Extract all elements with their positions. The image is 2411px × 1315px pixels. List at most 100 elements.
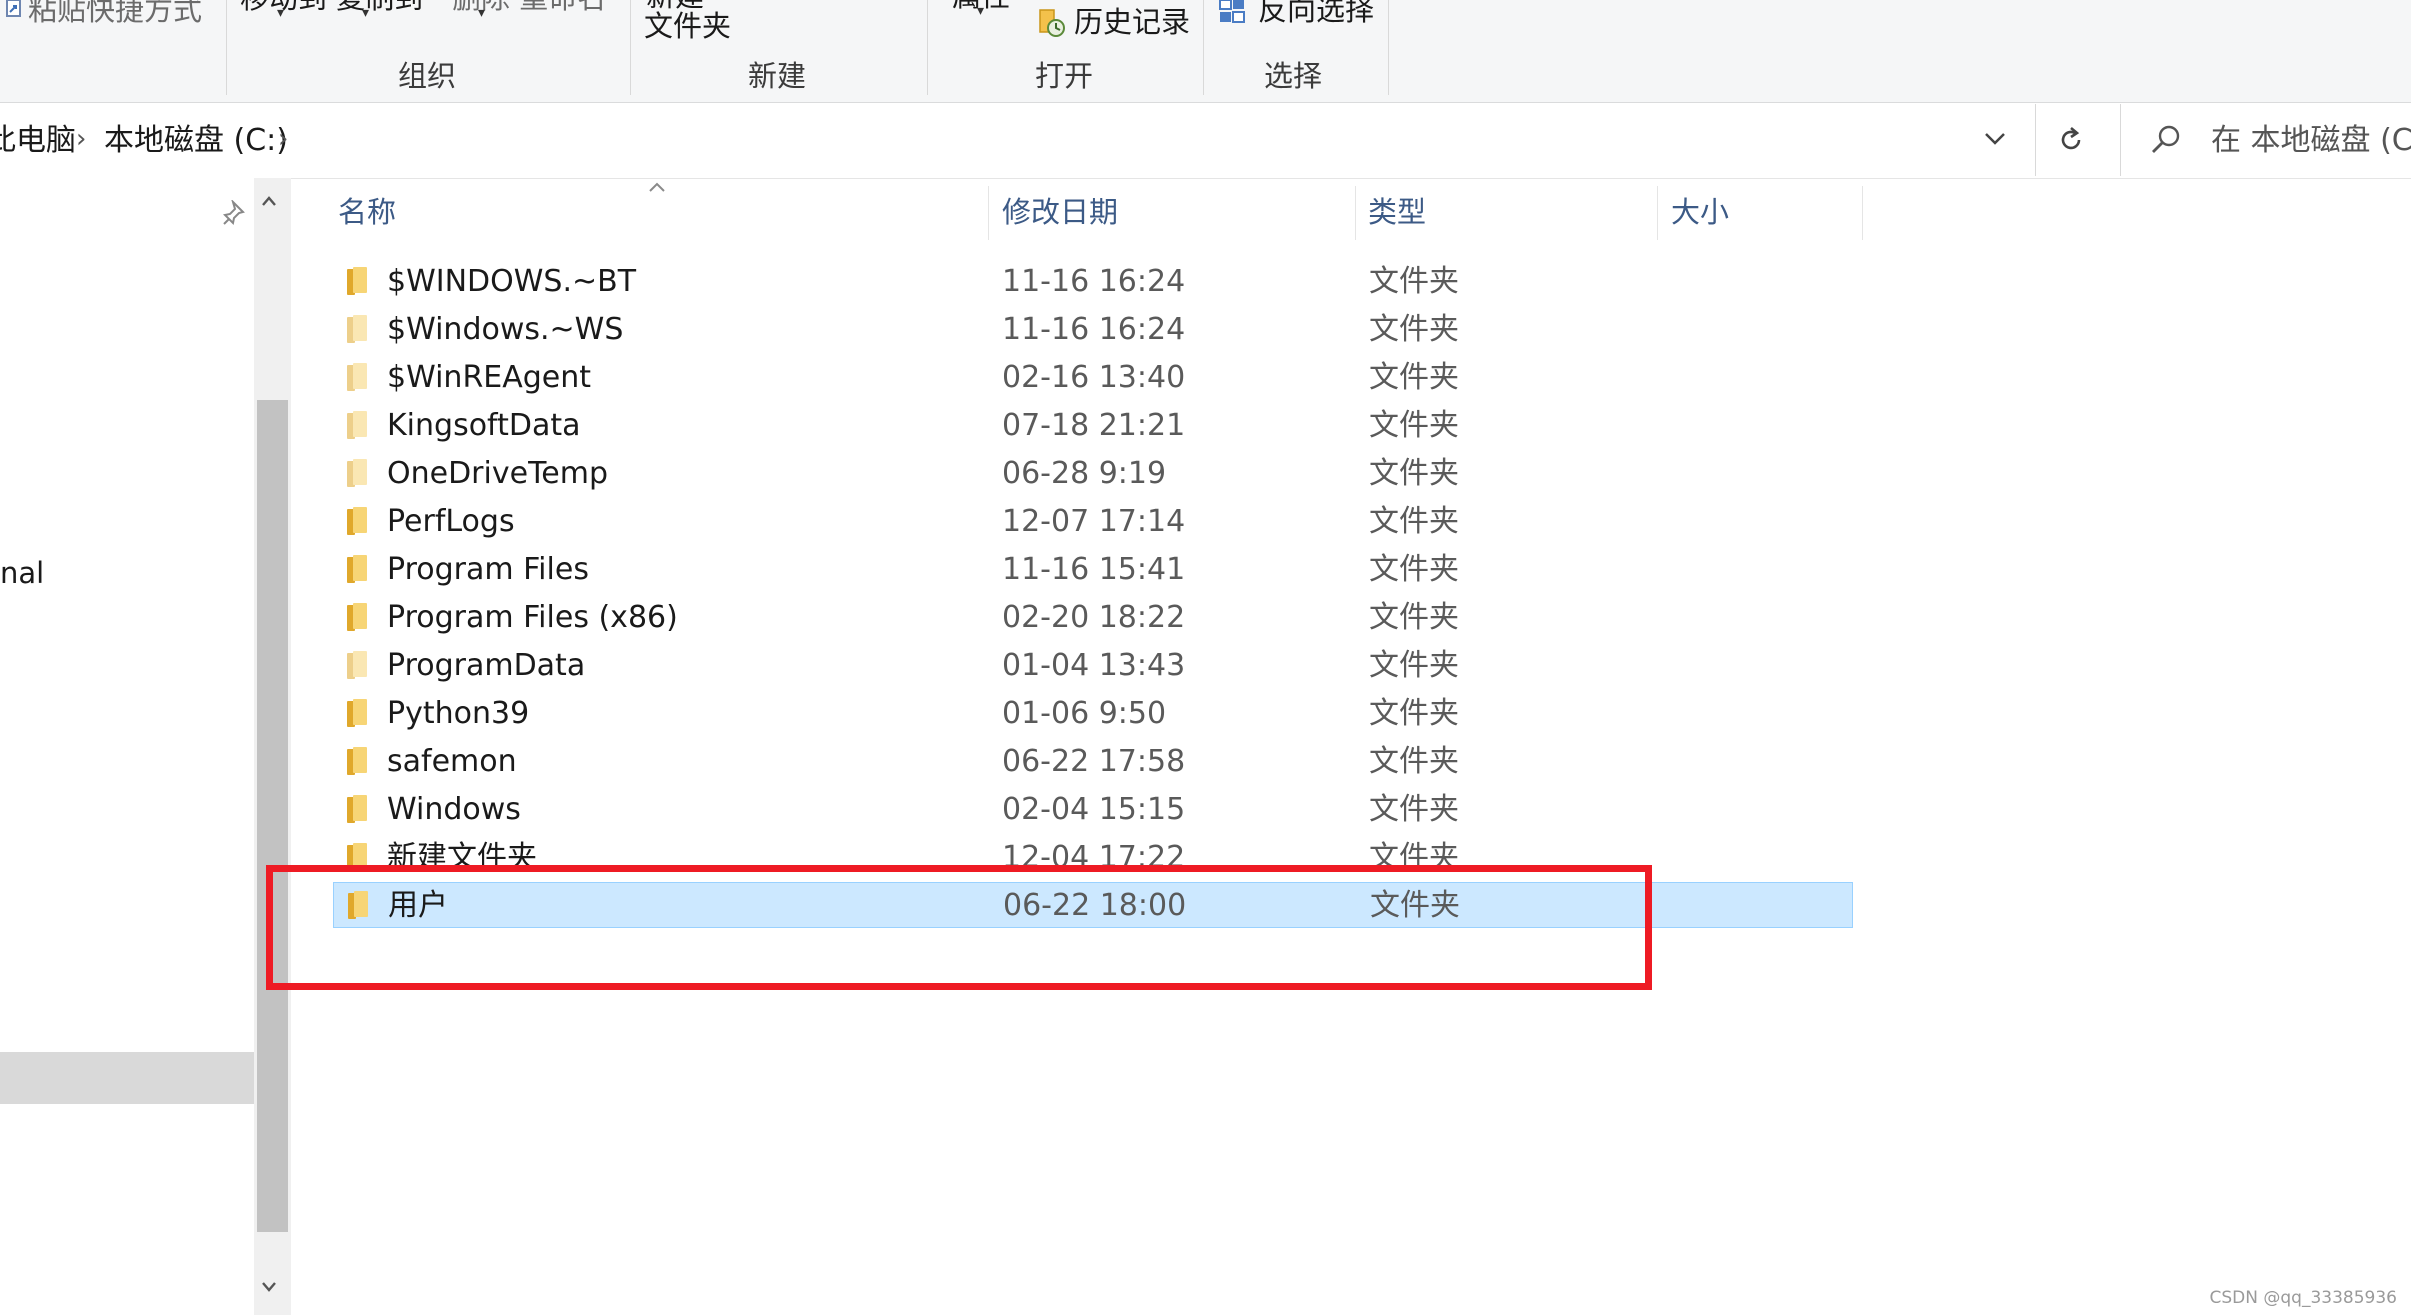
breadcrumb-chevron-icon[interactable]: › [76, 126, 86, 152]
ribbon-separator [226, 0, 227, 95]
column-divider[interactable] [1355, 186, 1356, 240]
move-to-dropdown-icon[interactable]: ▾ [277, 6, 284, 20]
breadcrumb-chevron-icon[interactable]: › [278, 126, 288, 152]
file-date: 07-18 21:21 [1002, 408, 1186, 443]
folder-icon [347, 699, 369, 727]
paste-shortcut-button[interactable]: 粘贴快捷方式 [28, 0, 202, 25]
folder-icon [347, 555, 369, 583]
move-copy-button[interactable]: 移动到 复制到 [240, 0, 423, 13]
group-label-open: 打开 [1035, 59, 1094, 93]
file-type: 文件夹 [1369, 360, 1459, 395]
delete-rename-button[interactable]: 删除 重命名 [452, 0, 606, 13]
file-date: 02-04 15:15 [1002, 792, 1186, 827]
address-divider [2035, 104, 2036, 176]
search-icon [2150, 124, 2182, 156]
file-type: 文件夹 [1369, 744, 1459, 779]
file-type: 文件夹 [1369, 696, 1459, 731]
ribbon-separator [1388, 0, 1389, 95]
scroll-down-arrow-icon[interactable] [262, 1282, 276, 1292]
delete-dropdown-icon[interactable]: ▾ [478, 6, 485, 20]
folder-icon [347, 747, 369, 775]
file-date: 02-20 18:22 [1002, 600, 1186, 635]
file-name: OneDriveTemp [387, 456, 609, 491]
history-button[interactable]: 历史记录 [1074, 8, 1190, 37]
folder-icon [347, 795, 369, 823]
file-row[interactable]: $WINDOWS.~BT 11-16 16:24 文件夹 [333, 259, 1853, 305]
invert-selection-icon [1218, 0, 1248, 24]
ribbon-separator [1203, 0, 1204, 95]
ribbon-separator [927, 0, 928, 95]
file-row[interactable]: Windows 02-04 15:15 文件夹 [333, 787, 1853, 833]
file-type: 文件夹 [1369, 264, 1459, 299]
file-name: safemon [387, 744, 517, 779]
invert-selection-button[interactable]: 反向选择 [1258, 0, 1374, 25]
file-name: KingsoftData [387, 408, 581, 443]
annotation-highlight-box [266, 865, 1652, 990]
file-row[interactable]: KingsoftData 07-18 21:21 文件夹 [333, 403, 1853, 449]
address-history-dropdown-icon[interactable] [1984, 132, 2006, 146]
sort-ascending-icon [648, 182, 666, 192]
address-bar: 此电脑 › 本地磁盘 (C:) › 在 本地磁盘 (C:) [0, 104, 2411, 179]
file-date: 06-28 9:19 [1002, 456, 1167, 491]
file-type: 文件夹 [1369, 456, 1459, 491]
search-input[interactable]: 在 本地磁盘 (C:) [2211, 123, 2411, 159]
file-name: $Windows.~WS [387, 312, 624, 347]
file-name: ProgramData [387, 648, 586, 683]
copy-to-dropdown-icon[interactable]: ▾ [362, 6, 369, 20]
file-name: PerfLogs [387, 504, 515, 539]
address-divider [2120, 104, 2121, 176]
folder-icon [347, 603, 369, 631]
new-folder-button[interactable]: 文件夹 [644, 12, 731, 41]
nav-item-partial[interactable]: nal [0, 556, 44, 591]
navigation-pane [0, 178, 254, 1315]
properties-dropdown-icon[interactable]: ▾ [977, 4, 984, 18]
file-name: $WinREAgent [387, 360, 592, 395]
file-row[interactable]: Program Files 11-16 15:41 文件夹 [333, 547, 1853, 593]
nav-scrollbar-thumb[interactable] [257, 400, 288, 1232]
pin-icon[interactable] [223, 200, 247, 226]
history-icon [1038, 8, 1066, 38]
column-header-name[interactable]: 名称 [338, 198, 396, 227]
folder-icon [347, 267, 369, 295]
file-type: 文件夹 [1369, 504, 1459, 539]
file-date: 11-16 15:41 [1002, 552, 1186, 587]
folder-icon [347, 507, 369, 535]
group-label-select: 选择 [1264, 59, 1323, 93]
file-row[interactable]: Python39 01-06 9:50 文件夹 [333, 691, 1853, 737]
folder-icon [347, 651, 369, 679]
file-row[interactable]: PerfLogs 12-07 17:14 文件夹 [333, 499, 1853, 545]
file-row[interactable]: $WinREAgent 02-16 13:40 文件夹 [333, 355, 1853, 401]
file-date: 11-16 16:24 [1002, 312, 1186, 347]
file-type: 文件夹 [1369, 552, 1459, 587]
ribbon-separator [630, 0, 631, 95]
column-divider[interactable] [1862, 186, 1863, 240]
watermark: CSDN @qq_33385936 [2209, 1288, 2397, 1308]
ribbon: 粘贴快捷方式 移动到 复制到 ▾ ▾ 删除 重命名 ▾ 组织 新建 文件夹 新建… [0, 0, 2411, 103]
column-divider[interactable] [1657, 186, 1658, 240]
nav-item-selected[interactable] [0, 1052, 254, 1104]
file-date: 11-16 16:24 [1002, 264, 1186, 299]
file-type: 文件夹 [1369, 408, 1459, 443]
file-row[interactable]: ProgramData 01-04 13:43 文件夹 [333, 643, 1853, 689]
file-row[interactable]: $Windows.~WS 11-16 16:24 文件夹 [333, 307, 1853, 353]
file-name: $WINDOWS.~BT [387, 264, 637, 299]
file-name: Program Files (x86) [387, 600, 678, 635]
scroll-up-arrow-icon[interactable] [262, 196, 276, 206]
file-date: 12-07 17:14 [1002, 504, 1186, 539]
column-header-size[interactable]: 大小 [1671, 198, 1729, 227]
file-row[interactable]: Program Files (x86) 02-20 18:22 文件夹 [333, 595, 1853, 641]
file-row[interactable]: safemon 06-22 17:58 文件夹 [333, 739, 1853, 785]
column-header-date[interactable]: 修改日期 [1002, 198, 1118, 227]
file-date: 02-16 13:40 [1002, 360, 1186, 395]
refresh-icon[interactable] [2058, 126, 2084, 154]
file-type: 文件夹 [1369, 792, 1459, 827]
folder-icon [347, 315, 369, 343]
breadcrumb-this-pc[interactable]: 此电脑 [0, 123, 76, 159]
column-divider[interactable] [988, 186, 989, 240]
file-name: Program Files [387, 552, 589, 587]
file-row[interactable]: OneDriveTemp 06-28 9:19 文件夹 [333, 451, 1853, 497]
breadcrumb-local-disk[interactable]: 本地磁盘 (C:) [104, 123, 288, 159]
file-name: Python39 [387, 696, 530, 731]
folder-icon [347, 363, 369, 391]
column-header-type[interactable]: 类型 [1368, 198, 1426, 227]
